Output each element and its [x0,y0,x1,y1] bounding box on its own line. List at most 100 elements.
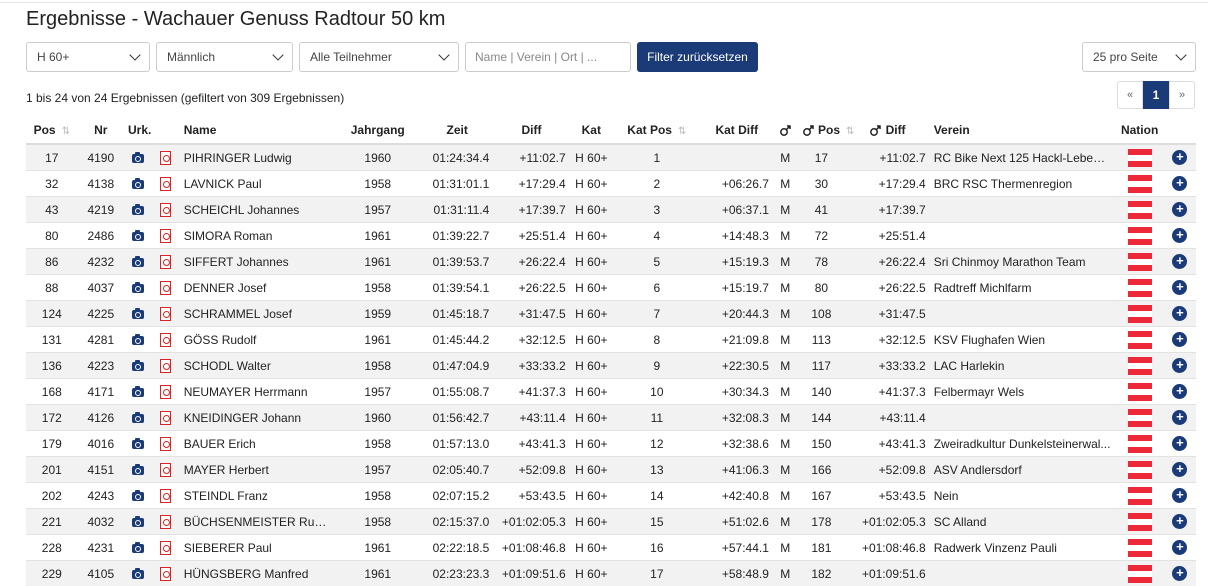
search-input[interactable]: Name | Verein | Ort | ... [465,42,631,72]
cell-gdiff: +17:39.7 [845,197,930,223]
table-row[interactable]: 1314281GÖSS Rudolf196101:45:44.2+32:12.5… [26,327,1196,353]
expand-cell: + [1164,327,1196,353]
table-row[interactable]: 1684171NEUMAYER Herrmann195701:55:08.7+4… [26,379,1196,405]
cell-katpos: 10 [613,379,701,405]
next-page-button[interactable]: » [1169,81,1195,109]
cell-gpos: 108 [798,301,845,327]
expand-plus-icon[interactable]: + [1172,384,1187,399]
camera-icon[interactable] [132,206,144,215]
table-row[interactable]: 2014151MAYER Herbert195702:05:40.7+52:09… [26,457,1196,483]
expand-plus-icon[interactable]: + [1172,280,1187,295]
camera-icon[interactable] [132,388,144,397]
expand-plus-icon[interactable]: + [1172,202,1187,217]
camera-icon[interactable] [132,570,144,579]
pdf-icon[interactable] [160,411,171,425]
camera-icon[interactable] [132,440,144,449]
cell-katdiff: +15:19.7 [701,275,773,301]
cell-zeit: 01:39:22.7 [421,223,493,249]
pdf-icon[interactable] [160,255,171,269]
expand-plus-icon[interactable]: + [1172,566,1187,581]
pdf-icon[interactable] [160,385,171,399]
camera-icon[interactable] [132,414,144,423]
pdf-icon[interactable] [160,463,171,477]
table-row[interactable]: 324138LAVNICK Paul195801:31:01.1+17:29.4… [26,171,1196,197]
table-row[interactable]: 864232SIFFERT Johannes196101:39:53.7+26:… [26,249,1196,275]
col-pos[interactable]: Pos⇅ [26,117,78,144]
table-row[interactable]: 174190PIHRINGER Ludwig196001:24:34.4+11:… [26,144,1196,171]
participants-select[interactable]: Alle Teilnehmer [299,42,459,72]
pdf-icon[interactable] [160,281,171,295]
pdf-icon[interactable] [160,489,171,503]
pdf-icon[interactable] [160,203,171,217]
cell-katpos: 2 [613,171,701,197]
austria-flag-icon [1128,357,1152,375]
expand-plus-icon[interactable]: + [1172,332,1187,347]
certificate-cell [152,249,180,275]
camera-icon[interactable] [132,284,144,293]
camera-icon[interactable] [132,258,144,267]
cell-gdiff: +11:02.7 [845,144,930,171]
table-row[interactable]: 2024243STEINDL Franz195802:07:15.2+53:43… [26,483,1196,509]
expand-plus-icon[interactable]: + [1172,436,1187,451]
per-page-select[interactable]: 25 pro Seite [1082,42,1196,72]
expand-plus-icon[interactable]: + [1172,540,1187,555]
col-katpos[interactable]: Kat Pos⇅ [613,117,701,144]
table-row[interactable]: 2284231SIEBERER Paul196102:22:18.5+01:08… [26,535,1196,561]
cell-katpos: 8 [613,327,701,353]
pdf-icon[interactable] [160,515,171,529]
camera-icon[interactable] [132,362,144,371]
table-row[interactable]: 1724126KNEIDINGER Johann196001:56:42.7+4… [26,405,1196,431]
expand-plus-icon[interactable]: + [1172,228,1187,243]
pdf-icon[interactable] [160,541,171,555]
pdf-icon[interactable] [160,151,171,165]
camera-icon[interactable] [132,310,144,319]
camera-icon[interactable] [132,180,144,189]
pdf-icon[interactable] [160,359,171,373]
expand-plus-icon[interactable]: + [1172,462,1187,477]
table-row[interactable]: 1794016BAUER Erich195801:57:13.0+43:41.3… [26,431,1196,457]
camera-icon[interactable] [132,518,144,527]
pdf-icon[interactable] [160,229,171,243]
pdf-icon[interactable] [160,333,171,347]
camera-icon[interactable] [132,336,144,345]
pdf-icon[interactable] [160,567,171,581]
expand-plus-icon[interactable]: + [1172,358,1187,373]
expand-plus-icon[interactable]: + [1172,410,1187,425]
expand-plus-icon[interactable]: + [1172,514,1187,529]
expand-plus-icon[interactable]: + [1172,488,1187,503]
expand-plus-icon[interactable]: + [1172,254,1187,269]
prev-page-button[interactable]: « [1117,81,1143,109]
pdf-icon[interactable] [160,177,171,191]
expand-plus-icon[interactable]: + [1172,176,1187,191]
camera-icon[interactable] [132,154,144,163]
expand-plus-icon[interactable]: + [1172,306,1187,321]
cell-gdiff: +26:22.4 [845,249,930,275]
col-gender-pos[interactable]: Pos⇅ [798,117,845,144]
camera-icon[interactable] [132,492,144,501]
table-row[interactable]: 1364223SCHODL Walter195801:47:04.9+33:33… [26,353,1196,379]
table-row[interactable]: 802486SIMORA Roman196101:39:22.7+25:51.4… [26,223,1196,249]
expand-cell: + [1164,301,1196,327]
camera-icon[interactable] [132,232,144,241]
cell-gdiff: +25:51.4 [845,223,930,249]
camera-icon[interactable] [132,544,144,553]
cell-katdiff: +51:02.6 [701,509,773,535]
nation-cell [1115,197,1163,223]
camera-icon[interactable] [132,466,144,475]
cell-name: SCHODL Walter [180,353,335,379]
pdf-icon[interactable] [160,437,171,451]
table-row[interactable]: 434219SCHEICHL Johannes195701:31:11.4+17… [26,197,1196,223]
page-1-button[interactable]: 1 [1143,81,1169,109]
reset-filter-button[interactable]: Filter zurücksetzen [637,42,758,72]
table-row[interactable]: 2294105HÜNGSBERG Manfred196102:23:23.3+0… [26,561,1196,586]
gender-select[interactable]: Männlich [156,42,293,72]
expand-plus-icon[interactable]: + [1172,150,1187,165]
expand-cell: + [1164,353,1196,379]
photo-cell [124,353,152,379]
cell-zeit: 01:31:01.1 [421,171,493,197]
table-row[interactable]: 1244225SCHRAMMEL Josef195901:45:18.7+31:… [26,301,1196,327]
pdf-icon[interactable] [160,307,171,321]
category-select[interactable]: H 60+ [26,42,150,72]
table-row[interactable]: 2214032BÜCHSENMEISTER Rudolf195802:15:37… [26,509,1196,535]
table-row[interactable]: 884037DENNER Josef195801:39:54.1+26:22.5… [26,275,1196,301]
